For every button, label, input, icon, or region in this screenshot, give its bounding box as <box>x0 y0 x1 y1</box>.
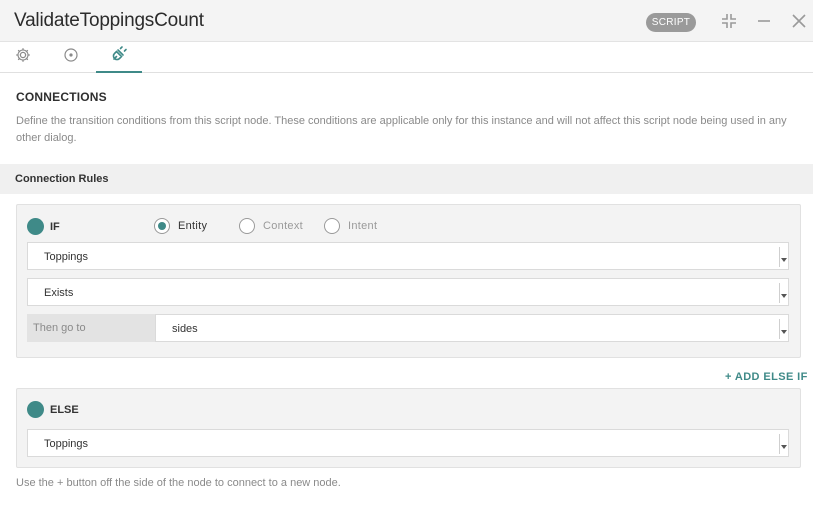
radio-entity-circle[interactable] <box>154 218 170 234</box>
close-icon[interactable] <box>790 12 808 30</box>
node-title: ValidateToppingsCount <box>14 10 204 31</box>
target-icon <box>63 47 79 68</box>
tab-target[interactable] <box>48 42 94 73</box>
condition-select[interactable]: Exists <box>27 278 789 306</box>
entity-select[interactable]: Toppings <box>27 242 789 270</box>
radio-context-circle[interactable] <box>239 218 255 234</box>
goto-select[interactable]: sides <box>155 314 789 342</box>
chevron-down-icon <box>779 247 787 267</box>
radio-intent-label: Intent <box>348 220 378 232</box>
tab-bar <box>0 42 813 73</box>
else-select-value: Toppings <box>44 438 89 450</box>
title-bar: ValidateToppingsCount SCRIPT <box>0 0 813 42</box>
add-else-if-button[interactable]: + ADD ELSE IF <box>725 371 808 383</box>
radio-entity[interactable]: Entity <box>154 218 207 234</box>
chevron-down-icon <box>779 283 787 303</box>
footer-note: Use the + button off the side of the nod… <box>16 477 341 489</box>
else-select[interactable]: Toppings <box>27 429 789 457</box>
then-go-to-label: Then go to <box>27 314 155 342</box>
radio-intent[interactable]: Intent <box>324 218 377 234</box>
chevron-down-icon <box>779 434 787 454</box>
minimize-icon[interactable] <box>755 12 773 30</box>
goto-select-value: sides <box>172 323 198 335</box>
tab-settings[interactable] <box>0 42 46 73</box>
else-label: ELSE <box>50 404 79 416</box>
entity-select-value: Toppings <box>44 251 89 263</box>
collapse-icon[interactable] <box>720 12 738 30</box>
if-status-dot <box>27 218 44 235</box>
if-label: IF <box>50 221 60 233</box>
else-status-dot <box>27 401 44 418</box>
radio-context[interactable]: Context <box>239 218 303 234</box>
section-description: Define the transition conditions from th… <box>16 115 787 144</box>
tab-connections[interactable] <box>96 42 142 73</box>
connection-rules-header: Connection Rules <box>0 164 813 194</box>
section-title: CONNECTIONS <box>16 90 107 104</box>
condition-select-value: Exists <box>44 287 74 299</box>
gear-icon <box>15 47 31 68</box>
plug-icon <box>110 45 128 68</box>
radio-context-label: Context <box>263 220 304 232</box>
radio-intent-circle[interactable] <box>324 218 340 234</box>
script-badge: SCRIPT <box>646 13 696 32</box>
chevron-down-icon <box>779 319 787 339</box>
connection-rules-label: Connection Rules <box>15 173 109 185</box>
radio-entity-label: Entity <box>178 220 208 232</box>
